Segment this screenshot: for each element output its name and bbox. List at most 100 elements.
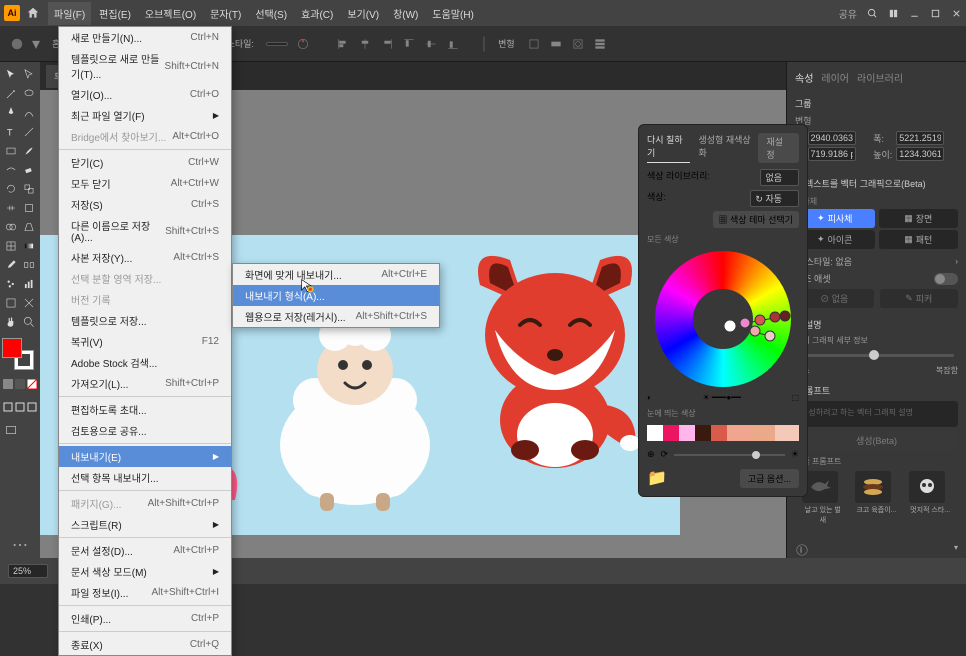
swatch-4[interactable] — [695, 425, 711, 441]
save-swatch-icon[interactable]: 📁 — [647, 468, 667, 488]
align-left-icon[interactable] — [336, 37, 350, 51]
perspective-tool[interactable] — [20, 218, 38, 236]
x-input[interactable] — [808, 131, 856, 145]
tab-layers[interactable]: 레이어 — [821, 70, 849, 85]
menu-exit[interactable]: 종료(X)Ctrl+Q — [59, 634, 231, 655]
reset-button[interactable]: 재설정 — [758, 133, 799, 163]
magic-wand-tool[interactable] — [2, 85, 20, 103]
align-right-icon[interactable] — [380, 37, 394, 51]
w-input[interactable] — [896, 131, 944, 145]
eyedropper-tool[interactable] — [2, 256, 20, 274]
menu-share-review[interactable]: 검토용으로 공유... — [59, 420, 231, 441]
detail-slider[interactable] — [799, 354, 954, 357]
artboard-tool[interactable] — [2, 294, 20, 312]
menu-close[interactable]: 닫기(C)Ctrl+W — [59, 152, 231, 173]
h-input[interactable] — [896, 147, 944, 161]
maximize-icon[interactable] — [930, 8, 941, 19]
isolate-icon[interactable] — [571, 37, 585, 51]
arrange-icon[interactable] — [888, 8, 899, 19]
menu-doc-setup[interactable]: 문서 설정(D)...Alt+Ctrl+P — [59, 540, 231, 561]
graph-tool[interactable] — [20, 275, 38, 293]
zoom-tool[interactable] — [20, 313, 38, 331]
prompt-input[interactable]: 생성하려고 하는 벡터 그래픽 설명 — [795, 401, 958, 427]
theme-picker-button[interactable]: ▦ 색상 테마 선택기 — [713, 211, 799, 228]
menu-color-mode[interactable]: 문서 색상 모드(M)▶ — [59, 561, 231, 582]
menu-effect[interactable]: 효과(C) — [295, 2, 339, 25]
menu-browse-bridge[interactable]: Bridge에서 찾아보기...Alt+Ctrl+O — [59, 126, 231, 147]
home-icon[interactable] — [26, 6, 40, 20]
minimize-icon[interactable] — [909, 8, 920, 19]
draw-normal[interactable] — [2, 398, 14, 416]
menu-save-selected[interactable]: 선택 분할 영역 저장... — [59, 268, 231, 289]
advanced-button[interactable]: 고급 옵션... — [740, 469, 799, 488]
swatch-7[interactable] — [751, 425, 775, 441]
ref-picker[interactable]: ✎ 피커 — [880, 289, 959, 308]
align-top-icon[interactable] — [402, 37, 416, 51]
recolor-tab[interactable]: 다시 칠하기 — [647, 133, 690, 163]
menu-scripts[interactable]: 스크립트(R)▶ — [59, 514, 231, 535]
color-wheel[interactable] — [655, 251, 791, 387]
menu-open[interactable]: 열기(O)...Ctrl+O — [59, 84, 231, 105]
zoom-value[interactable]: 25% — [8, 564, 48, 578]
menu-new-template[interactable]: 템플릿으로 새로 만들기(T)...Shift+Ctrl+N — [59, 48, 231, 84]
share-button[interactable]: 공유 — [839, 6, 857, 21]
menu-file[interactable]: 파일(F) — [48, 2, 91, 25]
shape-builder-tool[interactable] — [2, 218, 20, 236]
search-icon[interactable] — [867, 8, 878, 19]
generate-button[interactable]: 생성(Beta) — [795, 431, 958, 450]
menu-save-as[interactable]: 다른 이름으로 저장(A)...Shift+Ctrl+S — [59, 215, 231, 247]
menu-revert[interactable]: 복귀(V)F12 — [59, 331, 231, 352]
menu-help[interactable]: 도움말(H) — [426, 2, 479, 25]
shaper-tool[interactable] — [2, 161, 20, 179]
ref-asset-toggle[interactable] — [934, 273, 958, 285]
submenu-export-as[interactable]: 내보내기 형식(A)... — [233, 285, 439, 306]
eraser-tool[interactable] — [20, 161, 38, 179]
style-value[interactable] — [266, 42, 288, 46]
hand-tool[interactable] — [2, 313, 20, 331]
app-logo[interactable]: Ai — [4, 5, 20, 21]
transform-icon-2[interactable] — [549, 37, 563, 51]
direct-selection-tool[interactable] — [20, 66, 38, 84]
contextual-icon[interactable]: i — [795, 543, 809, 557]
free-transform-tool[interactable] — [20, 199, 38, 217]
menu-save-copy[interactable]: 사본 저장(Y)...Alt+Ctrl+S — [59, 247, 231, 268]
menu-invite[interactable]: 편집하도록 초대... — [59, 399, 231, 420]
screen-mode[interactable] — [2, 421, 20, 439]
selection-tool[interactable] — [2, 66, 20, 84]
edit-toolbar[interactable]: ⋯ — [11, 536, 29, 554]
menu-print[interactable]: 인쇄(P)...Ctrl+P — [59, 608, 231, 629]
generative-tab[interactable]: 생성형 재색상화 — [698, 133, 758, 163]
lasso-tool[interactable] — [20, 85, 38, 103]
colors-dropdown[interactable]: ↻ 자동 — [750, 190, 799, 207]
menu-select[interactable]: 선택(S) — [249, 2, 293, 25]
swatch-5[interactable] — [711, 425, 727, 441]
type-tool[interactable]: T — [2, 123, 20, 141]
tab-properties[interactable]: 속성 — [795, 70, 813, 85]
fill-stroke-indicator[interactable] — [2, 338, 34, 370]
t2v-scene[interactable]: ▦ 장면 — [879, 209, 959, 228]
mesh-tool[interactable] — [2, 237, 20, 255]
menu-edit[interactable]: 편집(E) — [93, 2, 137, 25]
menu-package[interactable]: 패키지(G)...Alt+Shift+Ctrl+P — [59, 493, 231, 514]
width-tool[interactable] — [2, 199, 20, 217]
submenu-save-for-web[interactable]: 웹용으로 저장(레거시)...Alt+Shift+Ctrl+S — [233, 306, 439, 327]
draw-behind[interactable] — [14, 398, 26, 416]
align-bottom-icon[interactable] — [446, 37, 460, 51]
lib-dropdown[interactable]: 없음 — [760, 169, 799, 186]
menu-window[interactable]: 창(W) — [387, 2, 424, 25]
line-tool[interactable] — [20, 123, 38, 141]
menu-version-history[interactable]: 버전 기록 — [59, 289, 231, 310]
draw-inside[interactable] — [26, 398, 38, 416]
scale-tool[interactable] — [20, 180, 38, 198]
menu-close-all[interactable]: 모두 닫기Alt+Ctrl+W — [59, 173, 231, 194]
align-vcenter-icon[interactable] — [424, 37, 438, 51]
menu-save[interactable]: 저장(S)Ctrl+S — [59, 194, 231, 215]
menu-object[interactable]: 오브젝트(O) — [139, 2, 202, 25]
t2v-pattern[interactable]: ▦ 패턴 — [879, 230, 959, 249]
sample-thumb-3[interactable] — [909, 471, 945, 503]
slice-tool[interactable] — [20, 294, 38, 312]
color-mode-normal[interactable] — [2, 375, 14, 393]
blend-tool[interactable] — [20, 256, 38, 274]
menu-type[interactable]: 문자(T) — [204, 2, 247, 25]
more-icon[interactable] — [593, 37, 607, 51]
